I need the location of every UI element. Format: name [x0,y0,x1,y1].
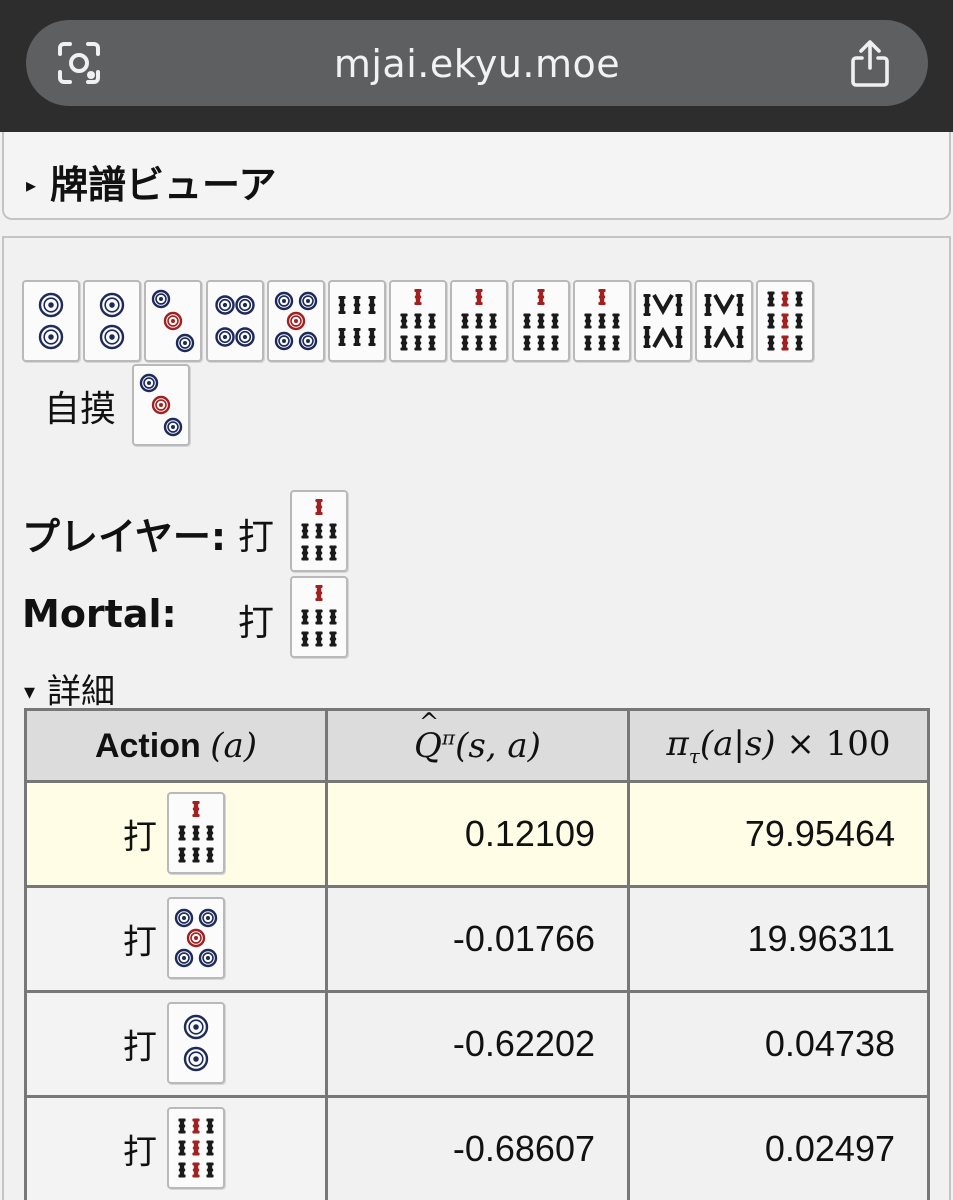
hand-tile [22,280,80,362]
q-value-cell: -0.68607 [325,1095,630,1200]
q-value-cell: -0.62202 [325,990,630,1098]
tile-7s-icon [301,585,337,647]
header-q-value: Q ^ π(s, a) [325,707,630,783]
q-header-formula: Q ^ π(s, a) [414,707,541,766]
hand-tile [450,280,509,362]
tile-7s-icon [400,289,436,351]
policy-cell: 0.04738 [627,990,930,1098]
tile-7s-icon [301,499,337,561]
details-table: Action (a) Q ^ π(s, a) πτ(a|s) × 100 打 0.1… [24,708,930,1200]
expand-marker-icon: ▾ [24,680,36,705]
action-cell-content: 打 [27,993,325,1095]
tile-2p-icon [183,1014,209,1072]
tile-9s-icon [767,291,803,351]
action-cell: 打 [24,885,328,993]
policy-cell: 0.02497 [627,1095,930,1200]
action-tile-wrap [167,897,227,981]
pi-header-formula: πτ(a|s) × 100 [666,723,891,768]
address-bar[interactable]: mjai.ekyu.moe [26,20,928,106]
hand-tile [695,280,754,362]
action-cell: 打 [24,1095,328,1200]
action-tile [167,897,225,979]
tile-6s-icon [338,296,376,346]
draw-label: 自摸 [44,389,117,430]
table-header-row: Action (a) Q ^ π(s, a) πτ(a|s) × 100 [24,707,930,783]
q-value-cell: -0.01766 [325,885,630,993]
policy-cell: 79.95464 [627,780,930,888]
tile-7s-icon [178,801,214,863]
action-tile [167,1002,225,1084]
url-text[interactable]: mjai.ekyu.moe [26,42,928,86]
tile-9s-icon [178,1118,214,1178]
action-tile-wrap [167,1107,227,1191]
action-tile-wrap [167,1002,227,1086]
tile-3p-icon [139,373,183,437]
hand-tile [266,280,325,362]
tile-3p-icon [152,289,195,353]
q-value-cell: 0.12109 [325,780,630,888]
mortal-action: 打 [238,603,275,644]
hand-tile [634,280,692,362]
tile-8s-icon [643,294,683,348]
tile-7s-icon [522,289,559,351]
table-row: 打 -0.68607 0.02497 [24,1095,930,1200]
action-text: 打 [123,1027,157,1068]
tile-2p-icon [99,292,125,350]
action-cell-content: 打 [27,783,325,885]
hand-tile [511,280,570,362]
viewer-title[interactable]: ▸ 牌譜ビューア [26,154,277,209]
tile-5p-icon [174,908,218,968]
tile-8s-icon [704,294,744,348]
viewer-title-text: 牌譜ビューア [50,163,277,207]
table-row: 打 -0.01766 19.96311 [24,885,930,993]
mortal-discard-tile [290,576,348,658]
action-cell-content: 打 [27,1098,325,1200]
player-action: 打 [238,517,275,558]
details-summary[interactable]: ▾ 詳細 [24,664,115,713]
table-row: 打 0.12109 79.95464 [24,780,930,888]
page-content: ▸ 牌譜ビューア 自摸 プレイヤー: 打 Mortal: 打 ▾ 詳細 Action… [0,132,953,1200]
mortal-label: Mortal: [22,592,177,636]
hand-tile [389,280,448,362]
player-discard-tile [290,490,348,572]
table-row: 打 -0.62202 0.04738 [24,990,930,1098]
hand-tile [756,280,815,362]
player-label: プレイヤー: [22,515,227,559]
header-policy: πτ(a|s) × 100 [627,708,930,783]
hand-tile [572,280,631,362]
collapse-marker-icon: ▸ [26,173,37,197]
action-cell: 打 [24,780,328,888]
hand-tile [328,280,386,362]
action-text: 打 [123,1132,157,1173]
policy-cell: 19.96311 [627,885,930,993]
hand-tile [205,280,264,362]
tile-7s-icon [584,289,620,351]
action-tile [167,792,225,874]
browser-toolbar: mjai.ekyu.moe [0,0,953,132]
hand-tile [83,280,142,362]
viewer-summary[interactable]: ▸ 牌譜ビューア [2,132,951,220]
drawn-tile [132,364,190,446]
action-tile [167,1107,225,1189]
tile-4p-icon [214,295,255,347]
tile-5p-icon [274,291,317,351]
action-text: 打 [123,817,157,858]
action-text: 打 [123,922,157,963]
action-cell-content: 打 [27,888,325,990]
share-icon[interactable] [848,38,892,88]
hand-tile [144,280,203,362]
header-action: Action (a) [24,708,328,783]
action-cell: 打 [24,990,328,1098]
action-tile-wrap [167,792,227,876]
tile-7s-icon [461,289,497,351]
details-label: 詳細 [47,672,116,712]
tile-2p-icon [38,292,64,350]
